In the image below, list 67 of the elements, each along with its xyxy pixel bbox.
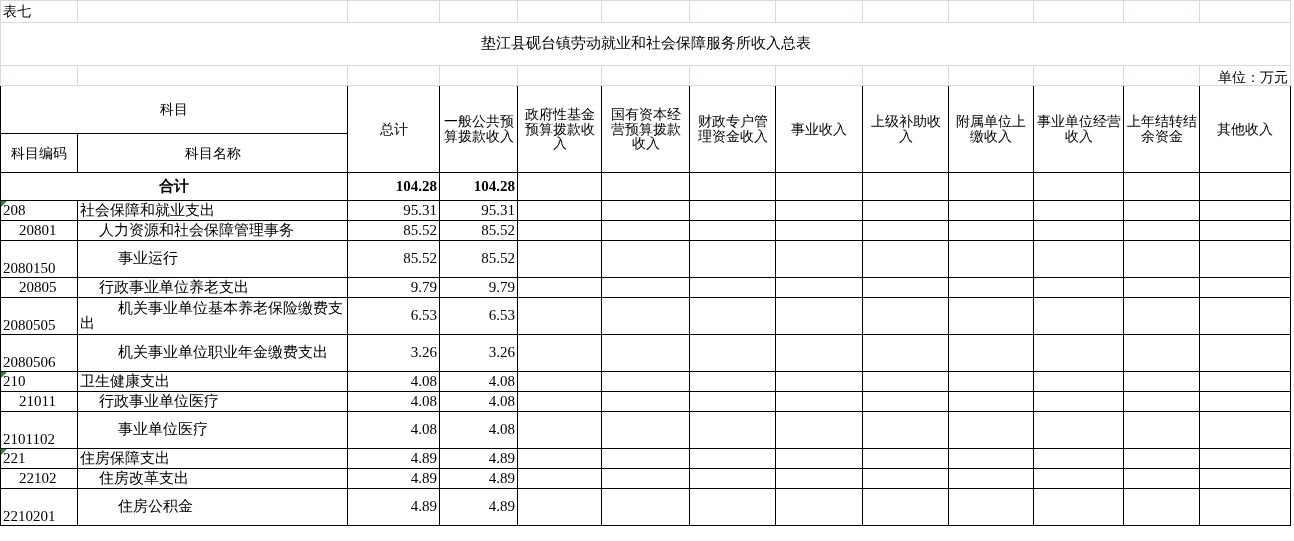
column-header: 上级补助收入 — [862, 85, 949, 173]
table-cell: 事业单位医疗 — [77, 411, 348, 449]
table-cell: 事业运行 — [77, 240, 348, 278]
table-cell: 4.89 — [347, 448, 440, 469]
table-cell: 4.08 — [347, 371, 440, 392]
table-cell: 221 — [0, 448, 78, 469]
column-header: 财政专户管理资金收入 — [689, 85, 776, 173]
column-header: 科目 — [0, 85, 348, 134]
table-cell: 208 — [0, 200, 78, 221]
column-header: 一般公共预算拨款收入 — [439, 85, 518, 173]
table-cell: 85.52 — [439, 220, 518, 241]
table-cell: 4.89 — [347, 468, 440, 489]
table-cell: 9.79 — [347, 277, 440, 298]
table-cell: 行政事业单位医疗 — [77, 391, 348, 412]
table-cell: 104.28 — [439, 172, 518, 201]
table-cell: 22102 — [0, 468, 78, 489]
table-cell: 合计 — [0, 172, 348, 201]
table-cell: 社会保障和就业支出 — [77, 200, 348, 221]
table-cell: 4.08 — [347, 391, 440, 412]
column-header: 上年结转结余资金 — [1123, 85, 1200, 173]
table-cell: 6.53 — [439, 297, 518, 335]
table-cell: 住房公积金 — [77, 488, 348, 526]
table-cell: 4.08 — [439, 411, 518, 449]
table-cell: 卫生健康支出 — [77, 371, 348, 392]
table-cell: 9.79 — [439, 277, 518, 298]
table-cell: 3.26 — [439, 334, 518, 372]
table-cell: 210 — [0, 371, 78, 392]
table-cell: 2080506 — [0, 334, 78, 372]
table-cell: 4.08 — [347, 411, 440, 449]
table-cell: 20805 — [0, 277, 78, 298]
table-cell: 104.28 — [347, 172, 440, 201]
column-header: 总计 — [347, 85, 440, 173]
table-cell: 机关事业单位基本养老保险缴费支出 — [77, 297, 348, 335]
table-cell: 85.52 — [347, 220, 440, 241]
table-cell: 4.89 — [439, 488, 518, 526]
column-header: 事业单位经营收入 — [1033, 85, 1124, 173]
column-header: 事业收入 — [775, 85, 863, 173]
table-cell: 6.53 — [347, 297, 440, 335]
table-cell: 3.26 — [347, 334, 440, 372]
table-cell: 行政事业单位养老支出 — [77, 277, 348, 298]
column-header: 科目编码 — [0, 133, 78, 173]
table-cell: 95.31 — [347, 200, 440, 221]
table-cell: 85.52 — [347, 240, 440, 278]
table-cell: 4.89 — [439, 448, 518, 469]
table-cell: 4.08 — [439, 391, 518, 412]
column-header: 国有资本经营预算拨款收入 — [601, 85, 690, 173]
column-header: 政府性基金预算拨款收入 — [517, 85, 602, 173]
table-cell: 4.89 — [347, 488, 440, 526]
unit-label: 单位：万元 — [1199, 65, 1291, 86]
table-cell: 4.89 — [439, 468, 518, 489]
table-cell: 4.08 — [439, 371, 518, 392]
table-cell: 人力资源和社会保障管理事务 — [77, 220, 348, 241]
table-cell: 2080505 — [0, 297, 78, 335]
table-cell: 2210201 — [0, 488, 78, 526]
table-cell: 21011 — [0, 391, 78, 412]
table-cell: 20801 — [0, 220, 78, 241]
table-cell: 2101102 — [0, 411, 78, 449]
table-cell: 95.31 — [439, 200, 518, 221]
table-title: 垫江县砚台镇劳动就业和社会保障服务所收入总表 — [0, 22, 1291, 66]
table-cell: 住房改革支出 — [77, 468, 348, 489]
table-cell: 85.52 — [439, 240, 518, 278]
sheet-label: 表七 — [0, 0, 78, 23]
table-cell: 机关事业单位职业年金缴费支出 — [77, 334, 348, 372]
table-cell: 住房保障支出 — [77, 448, 348, 469]
table-cell: 2080150 — [0, 240, 78, 278]
column-header: 其他收入 — [1199, 85, 1291, 173]
column-header: 附属单位上缴收入 — [948, 85, 1034, 173]
